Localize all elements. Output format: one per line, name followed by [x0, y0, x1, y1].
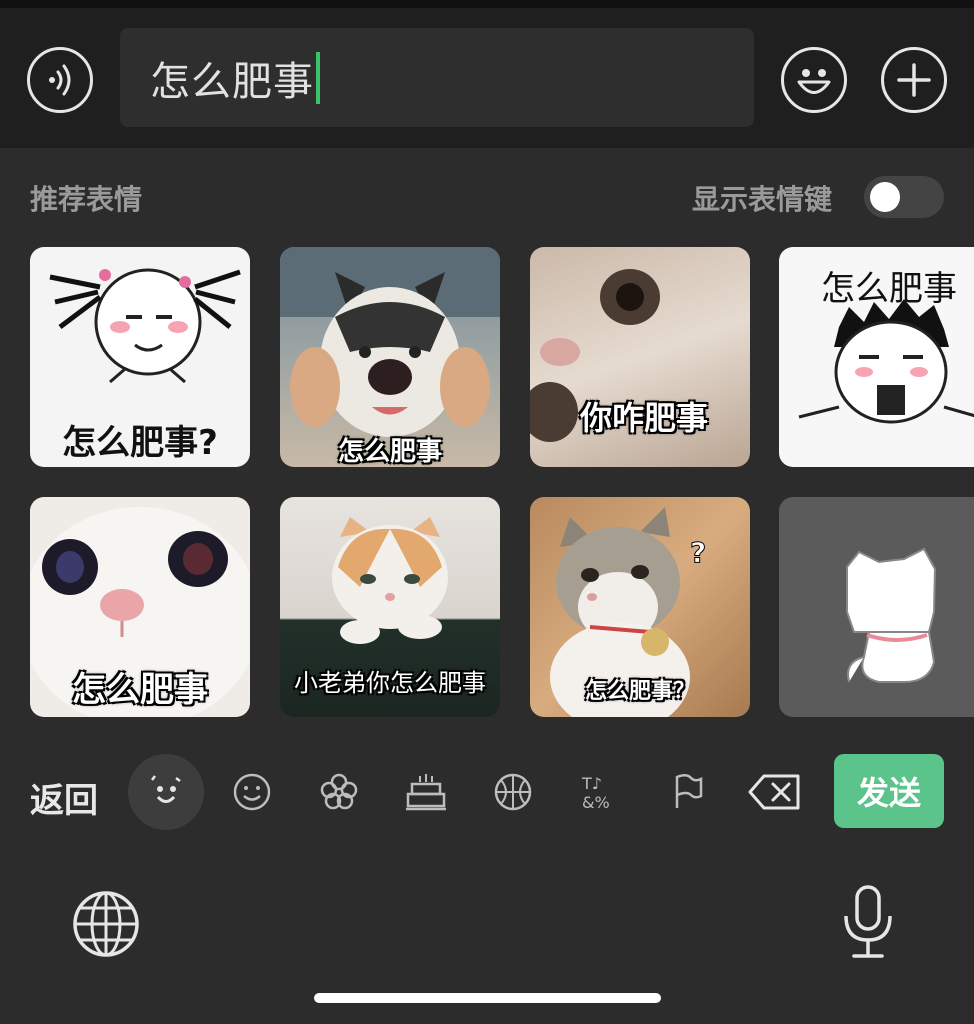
- sticker-item[interactable]: 怎么肥事?: [30, 247, 250, 467]
- voice-input-button[interactable]: [27, 47, 93, 113]
- voice-icon: [49, 64, 71, 96]
- send-button[interactable]: 发送: [834, 754, 944, 828]
- food-tab[interactable]: [388, 754, 464, 830]
- sticker-caption: 你咋肥事: [580, 399, 709, 437]
- white-cartoon-cat-image: [846, 547, 937, 683]
- symbols-tab[interactable]: T♪ &%: [562, 754, 638, 830]
- message-input-text: 怎么肥事: [150, 58, 314, 105]
- sticker-panel: 推荐表情 显示表情键 怎么肥事? 怎么肥事 你咋肥事 怎么肥事 怎么肥事 小老弟…: [0, 148, 974, 1024]
- toggle-knob: [870, 182, 900, 212]
- input-bar: 怎么肥事: [0, 8, 974, 148]
- flag-icon: [675, 774, 703, 808]
- nature-tab[interactable]: [301, 754, 377, 830]
- language-switch-button[interactable]: [72, 890, 140, 962]
- sticker-item[interactable]: 怎么肥事: [280, 247, 500, 467]
- svg-text:&%: &%: [582, 793, 610, 812]
- dictation-button[interactable]: [840, 884, 896, 964]
- sticker-caption: 怎么肥事: [821, 269, 957, 309]
- sticker-item[interactable]: 怎么肥事: [779, 247, 974, 467]
- backspace-icon: [748, 774, 800, 810]
- flower-icon: [320, 773, 358, 810]
- emoji-button[interactable]: [781, 47, 847, 113]
- sticker-face-tab[interactable]: [128, 754, 204, 830]
- sticker-item[interactable]: [779, 497, 974, 717]
- sticker-item[interactable]: ? 怎么肥事？: [530, 497, 750, 717]
- toggle-label: 显示表情键: [692, 183, 833, 216]
- backspace-button[interactable]: [737, 754, 813, 830]
- sticker-caption: 怎么肥事?: [62, 423, 218, 463]
- sticker-face-icon: [151, 775, 181, 803]
- svg-text:?: ?: [690, 536, 706, 569]
- message-input[interactable]: 怎么肥事: [120, 28, 754, 127]
- sticker-caption: 怎么肥事: [72, 670, 208, 710]
- sticker-caption: 小老弟你怎么肥事: [294, 669, 486, 697]
- cake-icon: [406, 774, 446, 811]
- plus-icon: [897, 63, 931, 97]
- flags-tab[interactable]: [649, 754, 725, 830]
- sticker-item[interactable]: 小老弟你怎么肥事: [280, 497, 500, 717]
- sticker-item[interactable]: 怎么肥事: [30, 497, 250, 717]
- more-button[interactable]: [881, 47, 947, 113]
- sticker-caption: 怎么肥事: [337, 437, 442, 467]
- sports-tab[interactable]: [475, 754, 551, 830]
- home-indicator[interactable]: [314, 993, 661, 1003]
- sticker-caption: 怎么肥事？: [584, 679, 695, 704]
- status-strip: [0, 0, 974, 8]
- text-caret: [316, 51, 320, 104]
- sticker-item[interactable]: 你咋肥事: [530, 247, 750, 467]
- smiley-icon: [797, 69, 831, 94]
- back-button[interactable]: 返回: [30, 773, 98, 822]
- recommend-title: 推荐表情: [30, 183, 143, 216]
- emoji-tab[interactable]: [214, 754, 290, 830]
- show-sticker-toggle[interactable]: [864, 176, 944, 218]
- svg-text:T♪: T♪: [581, 774, 602, 793]
- globe-icon: [73, 891, 139, 957]
- basketball-icon: [494, 773, 532, 811]
- smiley-icon: [233, 773, 271, 811]
- microphone-icon: [844, 885, 892, 958]
- symbols-icon: T♪ &%: [581, 774, 610, 812]
